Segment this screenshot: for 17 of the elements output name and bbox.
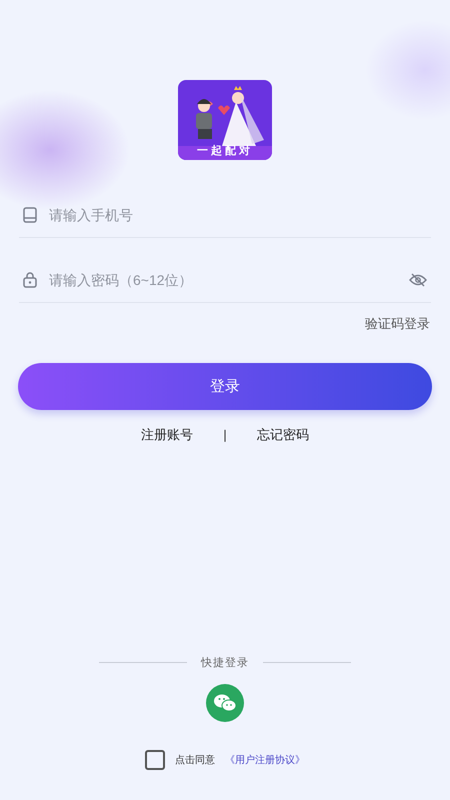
code-login-link[interactable]: 验证码登录 (365, 315, 430, 333)
eye-off-icon[interactable] (409, 273, 427, 287)
agreement-text: 点击同意 (175, 754, 215, 767)
phone-input[interactable]: 请输入手机号 (47, 206, 427, 224)
forgot-password-link[interactable]: 忘记密码 (257, 426, 310, 444)
login-button[interactable]: 登录 (18, 363, 432, 410)
register-link[interactable]: 注册账号 (140, 426, 193, 444)
password-input[interactable]: 请输入密码（6~12位） (47, 271, 399, 289)
agreement-checkbox[interactable] (145, 750, 165, 770)
phone-icon (23, 207, 37, 223)
logo-caption: 一起配对 (196, 143, 254, 158)
wechat-login-button[interactable] (206, 684, 244, 722)
chat-bubbles-icon (213, 693, 237, 713)
lock-icon (23, 272, 37, 288)
user-agreement-link[interactable]: 《用户注册协议》 (225, 753, 305, 767)
link-separator: | (222, 428, 228, 442)
quick-login-title: 快捷登录 (201, 655, 249, 670)
